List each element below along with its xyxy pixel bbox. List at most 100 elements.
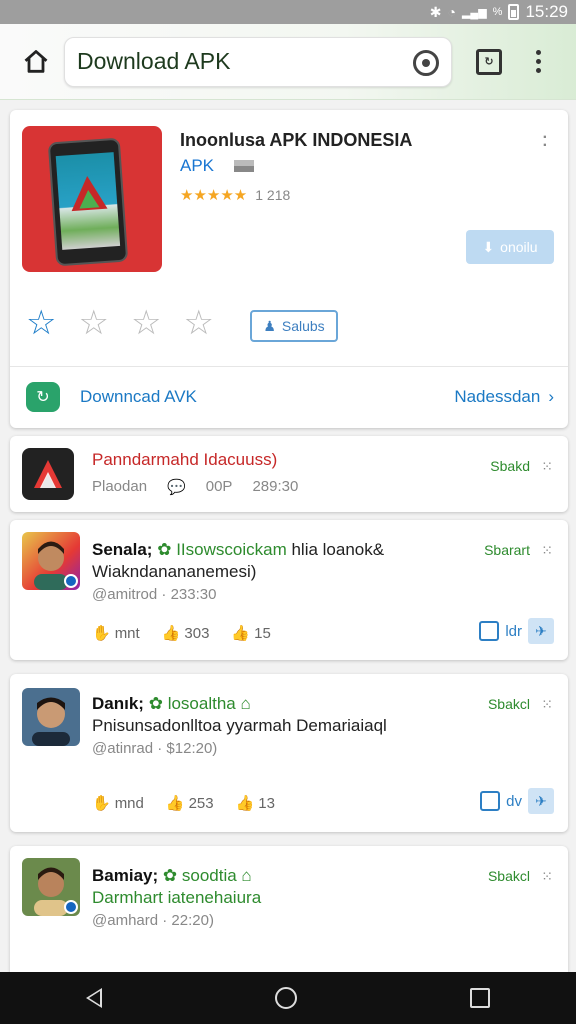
grip-icon[interactable]: ⁙	[541, 696, 553, 713]
thumbs-up-icon: 👍	[235, 795, 255, 812]
item-tag: soodtia	[181, 866, 237, 885]
flag-tag-icon: ⌂	[241, 866, 252, 885]
item-line2: Wiakndanananemesi)	[92, 562, 257, 581]
item-meta: @amhard · 22:20)	[92, 912, 214, 929]
item-status: Sbakcl	[487, 696, 530, 712]
install-button[interactable]: ⬇ onoilu	[466, 230, 554, 264]
item-line2: Darmhart iatenehaiura	[92, 888, 262, 907]
download-app-icon: ↻	[26, 382, 60, 412]
stat-likes[interactable]: 👍 303	[161, 624, 210, 643]
app-title: Inoonlusa APK INDONESIA	[180, 130, 413, 150]
item-title[interactable]: Bamiay; ✿ soodtia ⌂	[92, 866, 252, 886]
send-icon[interactable]: ✈	[528, 788, 554, 814]
record-icon[interactable]	[413, 49, 439, 76]
stat-shares[interactable]: 👍 15	[231, 624, 270, 643]
avatar	[22, 688, 80, 746]
review-label: Salubs	[281, 318, 325, 334]
thumbs-up-icon: 👍	[161, 625, 181, 642]
item-title[interactable]: Panndarmahd Idacuuss)	[92, 450, 277, 470]
item-meta-b: 00P	[205, 478, 233, 495]
item-tag: IIsowscoickam	[176, 540, 287, 559]
app-subtitle-row: APK	[180, 156, 255, 176]
a-logo-icon	[34, 460, 62, 488]
stat-views[interactable]: ✋ mnt	[92, 624, 140, 643]
star-2-icon[interactable]: ☆	[78, 306, 108, 340]
divider	[10, 366, 568, 367]
stat-likes[interactable]: 👍 253	[165, 794, 214, 813]
flag-tag-icon: ⌂	[240, 694, 251, 713]
address-bar[interactable]: Download APK	[64, 36, 452, 87]
recents-icon[interactable]	[469, 988, 490, 1008]
rating-count: 1 218	[255, 187, 291, 203]
home-button[interactable]	[14, 40, 58, 84]
tag-icon: ✿	[162, 866, 178, 885]
star-4-icon[interactable]: ☆	[183, 306, 213, 340]
phone-illustration	[47, 137, 129, 267]
list-item[interactable]: Danık; ✿ losoaltha ⌂ Pnisunsadonlltoa yy…	[10, 674, 568, 832]
star-1-icon[interactable]: ☆	[26, 306, 56, 340]
system-nav-bar	[0, 972, 576, 1024]
action-label[interactable]: dv	[506, 793, 522, 810]
install-icon: ⬇	[482, 238, 495, 255]
action-row: dv ✈	[480, 788, 554, 814]
person-icon: ♟	[263, 317, 276, 334]
tag-icon: ✿	[157, 540, 172, 559]
grip-icon[interactable]: ⁙	[541, 542, 553, 559]
item-app-icon	[22, 448, 74, 500]
share-icon[interactable]	[479, 621, 500, 641]
item-title[interactable]: Senala; ✿ IIsowscoickam hlia loanok&	[92, 540, 384, 560]
comment-icon: 💬	[167, 479, 186, 496]
item-status: Sbakcl	[487, 868, 530, 884]
item-meta: @amitrod · 233:30	[92, 586, 217, 603]
tag-icon: ✿	[148, 694, 163, 713]
stat-views[interactable]: ✋ mnd	[92, 794, 144, 813]
action-label[interactable]: ldr	[505, 623, 522, 640]
download-more-link[interactable]: Nadessdan ›	[454, 387, 554, 407]
item-author: Danık;	[92, 694, 144, 713]
star-3-icon[interactable]: ☆	[131, 306, 161, 340]
item-author: Senala;	[92, 540, 153, 559]
home-circle-icon[interactable]	[274, 987, 297, 1009]
review-button[interactable]: ♟ Salubs	[250, 310, 338, 342]
app-card: Inoonlusa APK INDONESIA APK ★★★★★ 1 218 …	[10, 110, 568, 428]
stat-row: ✋ mnd 👍 253 👍 13	[92, 794, 275, 813]
home-icon	[24, 49, 48, 73]
url-text[interactable]: Download APK	[77, 48, 230, 75]
download-row[interactable]: ↻ Downncad AVK Nadessdan ›	[10, 368, 568, 426]
stat-shares[interactable]: 👍 13	[235, 794, 275, 813]
grip-icon[interactable]: ⁙	[541, 458, 553, 475]
tabs-icon: ↻	[484, 56, 494, 68]
avatar	[22, 858, 80, 916]
item-meta: @atinrad · $12:20)	[92, 740, 218, 757]
rating-stars-icon: ★★★★★	[180, 187, 248, 204]
card-more-icon[interactable]: · ·	[543, 130, 548, 154]
item-author: Bamiay;	[92, 866, 159, 885]
send-icon[interactable]: ✈	[528, 618, 554, 644]
wifi-icon: ◔	[447, 4, 456, 20]
item-meta: Plaodan 💬 00P 289:30	[92, 478, 298, 496]
browser-toolbar: Download APK ↻	[0, 24, 576, 100]
item-title-rest: hlia loanok&	[291, 540, 385, 559]
thumbs-up-icon: 👍	[165, 795, 185, 812]
grip-icon[interactable]: ⁙	[541, 868, 553, 885]
share-icon[interactable]	[480, 791, 501, 811]
battery-icon	[508, 4, 520, 20]
overflow-menu-button[interactable]	[536, 50, 541, 73]
item-meta-a: Plaodan	[92, 478, 148, 495]
rating-row: ★★★★★ 1 218	[180, 186, 290, 204]
item-tag: losoaltha	[167, 694, 236, 713]
app-subtitle: APK	[180, 156, 215, 175]
chevron-right-icon: ›	[548, 387, 554, 406]
list-item[interactable]: Panndarmahd Idacuuss) Plaodan 💬 00P 289:…	[10, 436, 568, 512]
avatar	[22, 532, 80, 590]
back-icon[interactable]	[86, 988, 103, 1008]
thumbs-up-icon: 👍	[231, 625, 251, 642]
hand-icon: ✋	[92, 625, 111, 642]
tabs-button[interactable]: ↻	[476, 48, 502, 75]
download-label[interactable]: Downncad AVK	[80, 387, 197, 407]
item-title[interactable]: Danık; ✿ losoaltha ⌂	[92, 694, 251, 714]
flag-icon	[234, 160, 255, 172]
list-item[interactable]: Bamiay; ✿ soodtia ⌂ Darmhart iatenehaiur…	[10, 846, 568, 986]
list-item[interactable]: Senala; ✿ IIsowscoickam hlia loanok& Wia…	[10, 520, 568, 660]
app-icon[interactable]	[22, 126, 162, 272]
